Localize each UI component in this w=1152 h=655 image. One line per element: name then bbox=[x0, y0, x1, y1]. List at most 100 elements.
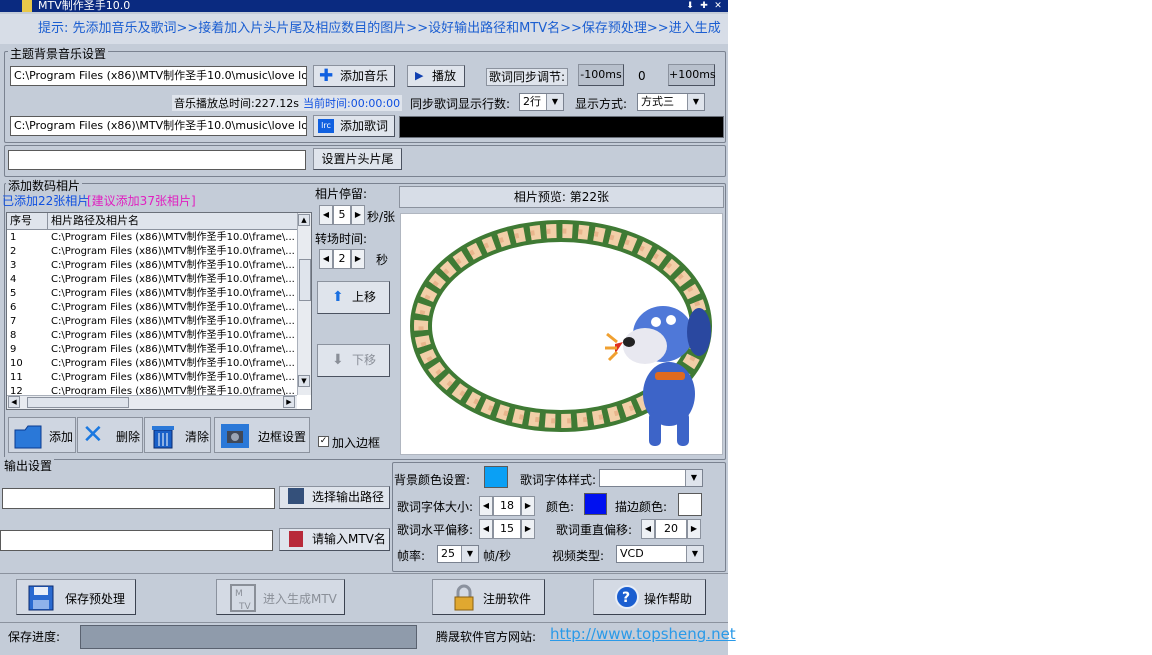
row-number: 10 bbox=[10, 358, 23, 369]
add-lyric-button[interactable]: lrc 添加歌词 bbox=[313, 115, 395, 137]
plus-100ms-button[interactable]: +100ms bbox=[668, 64, 716, 86]
photo-list-vscroll[interactable]: ▲ ▼ bbox=[297, 213, 311, 395]
fps-select[interactable]: 25 ▼ bbox=[437, 545, 479, 563]
help-button[interactable]: ? 操作帮助 bbox=[593, 579, 706, 615]
row-path: C:\Program Files (x86)\MTV制作圣手10.0\frame… bbox=[51, 232, 295, 243]
table-row[interactable]: 3 C:\Program Files (x86)\MTV制作圣手10.0\fram… bbox=[7, 259, 297, 273]
increment-icon[interactable]: ▶ bbox=[351, 249, 365, 269]
trailer-path-input[interactable] bbox=[8, 150, 306, 170]
row-number: 1 bbox=[10, 232, 17, 243]
increment-icon[interactable]: ▶ bbox=[351, 205, 365, 225]
table-row[interactable]: 5 C:\Program Files (x86)\MTV制作圣手10.0\fram… bbox=[7, 287, 297, 301]
site-link[interactable]: http://www.topsheng.net bbox=[550, 625, 736, 643]
minimize-icon[interactable]: ⬇ bbox=[684, 0, 696, 12]
minus-100ms-button[interactable]: -100ms bbox=[578, 64, 624, 86]
clear-photos-button[interactable]: 清除 bbox=[144, 417, 211, 453]
col-path-header: 相片路径及相片名 bbox=[51, 214, 139, 227]
camera-icon bbox=[219, 422, 251, 453]
arrow-up-icon: ⬆ bbox=[332, 289, 344, 305]
increment-icon[interactable]: ▶ bbox=[521, 519, 535, 539]
film-icon bbox=[288, 488, 304, 504]
stay-spinner[interactable]: ◀ 5 ▶ bbox=[319, 205, 365, 225]
h-offset-label: 歌词水平偏移: bbox=[397, 523, 474, 537]
arrow-down-icon: ⬇ bbox=[332, 352, 344, 368]
add-photo-button[interactable]: 添加 bbox=[8, 417, 76, 453]
increment-icon[interactable]: ▶ bbox=[521, 496, 535, 516]
input-mtv-name-button[interactable]: 请输入MTV名 bbox=[279, 528, 390, 551]
transition-spinner[interactable]: ◀ 2 ▶ bbox=[319, 249, 365, 269]
photo-list[interactable]: 序号 相片路径及相片名 1 C:\Program Files (x86)\MTV制… bbox=[6, 212, 312, 410]
row-number: 5 bbox=[10, 288, 17, 299]
add-border-label: 加入边框 bbox=[332, 436, 381, 450]
lyric-path-input[interactable]: C:\Program Files (x86)\MTV制作圣手10.0\music… bbox=[10, 116, 307, 136]
photo-list-hscroll[interactable]: ◀ ▶ bbox=[7, 395, 297, 409]
table-row[interactable]: 10 C:\Program Files (x86)\MTV制作圣手10.0\fra… bbox=[7, 357, 297, 371]
font-style-label: 歌词字体样式: bbox=[520, 473, 597, 487]
increment-icon[interactable]: ▶ bbox=[687, 519, 701, 539]
row-path: C:\Program Files (x86)\MTV制作圣手10.0\frame… bbox=[51, 358, 295, 369]
font-style-select[interactable]: ▼ bbox=[599, 469, 703, 487]
mode-select[interactable]: 方式三 ▼ bbox=[637, 93, 705, 111]
font-color-swatch[interactable] bbox=[584, 493, 607, 515]
decrement-icon[interactable]: ◀ bbox=[641, 519, 655, 539]
output-group-label: 输出设置 bbox=[2, 457, 55, 474]
vscroll-thumb[interactable] bbox=[299, 259, 311, 301]
svg-text:TV: TV bbox=[238, 602, 251, 612]
table-row[interactable]: 6 C:\Program Files (x86)\MTV制作圣手10.0\fram… bbox=[7, 301, 297, 315]
frame-setting-button[interactable]: 边框设置 bbox=[214, 417, 310, 453]
plus-icon: ✚ bbox=[319, 66, 334, 86]
close-icon[interactable]: ✕ bbox=[712, 0, 724, 12]
lrc-file-icon: lrc bbox=[318, 119, 334, 133]
photos-suggest: [建议添加37张相片] bbox=[87, 194, 196, 208]
video-type-label: 视频类型: bbox=[552, 549, 605, 563]
table-row[interactable]: 4 C:\Program Files (x86)\MTV制作圣手10.0\fram… bbox=[7, 273, 297, 287]
play-button[interactable]: ▶ 播放 bbox=[407, 65, 465, 87]
video-type-select[interactable]: VCD ▼ bbox=[616, 545, 704, 563]
scroll-down-icon[interactable]: ▼ bbox=[298, 375, 310, 387]
row-path: C:\Program Files (x86)\MTV制作圣手10.0\frame… bbox=[51, 316, 295, 327]
scroll-left-icon[interactable]: ◀ bbox=[8, 396, 20, 408]
table-row[interactable]: 9 C:\Program Files (x86)\MTV制作圣手10.0\fram… bbox=[7, 343, 297, 357]
decrement-icon[interactable]: ◀ bbox=[319, 205, 333, 225]
delete-photo-button[interactable]: ✕ 删除 bbox=[77, 417, 143, 453]
decrement-icon[interactable]: ◀ bbox=[479, 519, 493, 539]
row-number: 11 bbox=[10, 372, 23, 383]
lines-select[interactable]: 2行 ▼ bbox=[519, 93, 564, 111]
move-up-button[interactable]: ⬆ 上移 bbox=[317, 281, 390, 314]
music-path-input[interactable]: C:\Program Files (x86)\MTV制作圣手10.0\music… bbox=[10, 66, 307, 86]
choose-output-path-button[interactable]: 选择输出路径 bbox=[279, 486, 390, 509]
add-border-checkbox[interactable]: ✓ bbox=[318, 436, 329, 447]
row-path: C:\Program Files (x86)\MTV制作圣手10.0\frame… bbox=[51, 330, 295, 341]
fps-label: 帧率: bbox=[397, 549, 426, 563]
table-row[interactable]: 1 C:\Program Files (x86)\MTV制作圣手10.0\fram… bbox=[7, 231, 297, 245]
restore-icon[interactable]: ✚ bbox=[698, 0, 710, 12]
save-preprocess-button[interactable]: 保存预处理 bbox=[16, 579, 136, 615]
mtv-name-input[interactable] bbox=[0, 530, 273, 551]
table-row[interactable]: 7 C:\Program Files (x86)\MTV制作圣手10.0\fram… bbox=[7, 315, 297, 329]
row-number: 2 bbox=[10, 246, 17, 257]
table-row[interactable]: 2 C:\Program Files (x86)\MTV制作圣手10.0\fram… bbox=[7, 245, 297, 259]
stroke-color-swatch[interactable] bbox=[678, 493, 702, 516]
h-offset-spinner[interactable]: ◀ 15 ▶ bbox=[479, 519, 535, 539]
table-row[interactable]: 8 C:\Program Files (x86)\MTV制作圣手10.0\fram… bbox=[7, 329, 297, 343]
mtv-icon: M TV bbox=[229, 583, 257, 616]
row-number: 8 bbox=[10, 330, 17, 341]
enter-generate-button[interactable]: M TV 进入生成MTV bbox=[216, 579, 345, 615]
font-size-spinner[interactable]: ◀ 18 ▶ bbox=[479, 496, 535, 516]
row-number: 9 bbox=[10, 344, 17, 355]
decrement-icon[interactable]: ◀ bbox=[479, 496, 493, 516]
register-button[interactable]: 注册软件 bbox=[432, 579, 545, 615]
v-offset-spinner[interactable]: ◀ 20 ▶ bbox=[641, 519, 701, 539]
hscroll-thumb[interactable] bbox=[27, 397, 129, 408]
decrement-icon[interactable]: ◀ bbox=[319, 249, 333, 269]
app-window: MTV制作圣手10.0 ⬇ ✚ ✕ 提示: 先添加音乐及歌词>>接着加入片头片尾… bbox=[0, 0, 736, 655]
add-music-button[interactable]: ✚ 添加音乐 bbox=[313, 65, 395, 87]
preview-header: 相片预览: 第22张 bbox=[399, 186, 724, 208]
output-path-input[interactable] bbox=[2, 488, 275, 509]
scroll-up-icon[interactable]: ▲ bbox=[298, 214, 310, 226]
bg-color-swatch[interactable] bbox=[484, 466, 508, 488]
scroll-right-icon[interactable]: ▶ bbox=[283, 396, 295, 408]
set-trailer-button[interactable]: 设置片头片尾 bbox=[313, 148, 402, 170]
table-row[interactable]: 11 C:\Program Files (x86)\MTV制作圣手10.0\fra… bbox=[7, 371, 297, 385]
move-down-button[interactable]: ⬇ 下移 bbox=[317, 344, 390, 377]
